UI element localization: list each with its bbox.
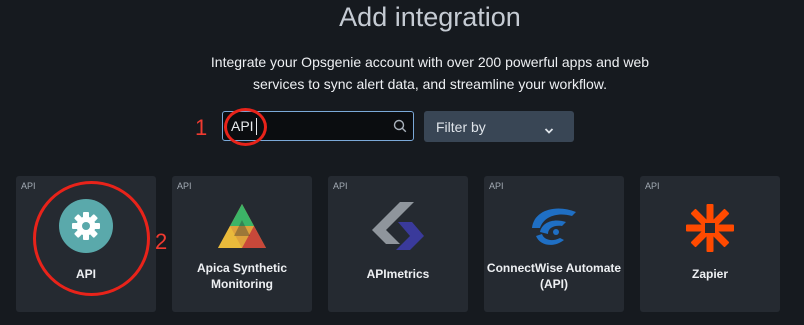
page-subtitle: Integrate your Opsgenie account with ove… <box>210 54 650 92</box>
integration-card-zapier[interactable]: API Zapier <box>640 176 780 312</box>
page-title: Add integration <box>339 2 521 32</box>
annotation-step-2: 2 <box>155 229 168 254</box>
card-tag: API <box>645 181 660 191</box>
search-icon[interactable] <box>393 119 407 138</box>
filter-dropdown-label: Filter by <box>436 119 486 135</box>
annotation-step-1: 1 <box>195 115 208 140</box>
integration-card-connectwise[interactable]: API ConnectWise Automate (API) <box>484 176 624 312</box>
apimetrics-logo <box>370 198 426 254</box>
card-name: ConnectWise Automate (API) <box>486 261 622 291</box>
card-name: Zapier <box>691 267 728 281</box>
card-name: APImetrics <box>366 267 430 281</box>
chevron-down-icon <box>544 122 554 140</box>
card-tag: API <box>177 181 192 191</box>
integration-card-apica[interactable]: API Apica Synthetic Monitoring <box>172 176 312 312</box>
card-name: Apica Synthetic Monitoring <box>196 261 288 291</box>
zapier-logo <box>682 198 738 254</box>
card-tag: API <box>489 181 504 191</box>
card-tag: API <box>333 181 348 191</box>
apica-logo <box>214 198 270 254</box>
annotation-circle-search <box>224 108 267 146</box>
filter-dropdown[interactable]: Filter by <box>424 111 574 142</box>
connectwise-logo <box>526 198 582 254</box>
card-tag: API <box>21 181 36 191</box>
annotation-circle-card <box>33 181 150 296</box>
integration-card-apimetrics[interactable]: API APImetrics <box>328 176 468 312</box>
